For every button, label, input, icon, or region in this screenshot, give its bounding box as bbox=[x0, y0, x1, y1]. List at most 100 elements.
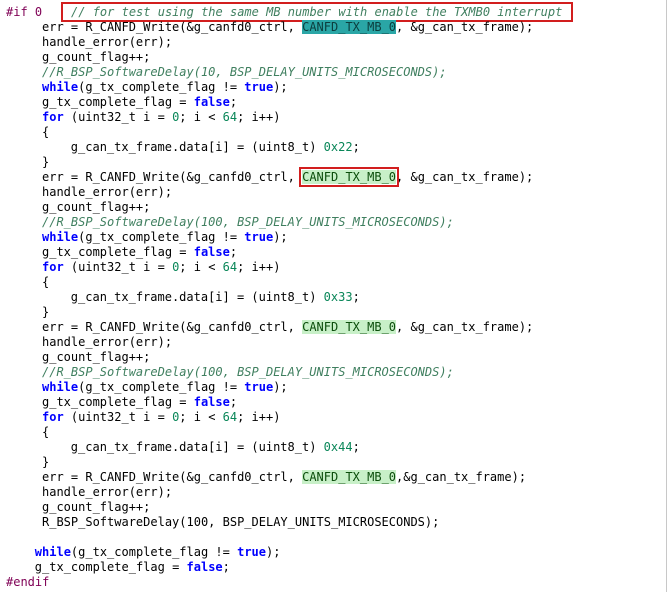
code-line: g_count_flag++; bbox=[42, 50, 150, 65]
code-line: handle_error(err); bbox=[42, 485, 172, 500]
code-token: g_tx_complete_flag = bbox=[42, 95, 194, 109]
code-line: #endif bbox=[6, 575, 49, 590]
code-line: { bbox=[42, 425, 49, 440]
code-token: handle_error(err); bbox=[42, 185, 173, 199]
code-line: #if 0 // for test using the same MB numb… bbox=[6, 2, 573, 22]
code-token: true bbox=[244, 80, 274, 94]
code-token: err = R_CANFD_Write(&g_canfd0_ctrl, bbox=[42, 320, 303, 334]
code-line: g_count_flag++; bbox=[42, 200, 150, 215]
code-token: for bbox=[42, 410, 64, 424]
code-token: ); bbox=[273, 80, 288, 94]
code-token: R_BSP_SoftwareDelay(100, BSP_DELAY_UNITS… bbox=[42, 515, 440, 529]
code-token: ; bbox=[229, 395, 238, 409]
code-token: { bbox=[42, 125, 50, 139]
code-token: (g_tx_complete_flag != bbox=[78, 230, 245, 244]
code-line: g_count_flag++; bbox=[42, 500, 150, 515]
code-token: while bbox=[42, 80, 79, 94]
code-line: handle_error(err); bbox=[42, 335, 172, 350]
code-token: 0x33 bbox=[323, 290, 353, 304]
code-token: err = R_CANFD_Write(&g_canfd0_ctrl, bbox=[42, 170, 303, 184]
code-token: ; bbox=[229, 245, 238, 259]
annotated-code-token: CANFD_TX_MB_0 bbox=[299, 167, 400, 187]
code-token: ; i < bbox=[179, 260, 223, 274]
code-token: #endif bbox=[6, 575, 50, 589]
code-token: { bbox=[42, 275, 50, 289]
code-token: (uint32_t i = bbox=[63, 110, 173, 124]
code-token: (g_tx_complete_flag != bbox=[70, 545, 238, 559]
code-line: while(g_tx_complete_flag != true); bbox=[42, 230, 288, 245]
code-token: (g_tx_complete_flag != bbox=[78, 380, 245, 394]
code-token: 0x22 bbox=[323, 140, 353, 154]
code-line: //R_BSP_SoftwareDelay(100, BSP_DELAY_UNI… bbox=[42, 215, 454, 230]
code-token: false bbox=[193, 395, 230, 409]
code-token: false bbox=[193, 95, 230, 109]
code-token: //R_BSP_SoftwareDelay(100, BSP_DELAY_UNI… bbox=[42, 215, 454, 229]
code-token: g_count_flag++; bbox=[42, 50, 151, 64]
code-line: while(g_tx_complete_flag != true); bbox=[42, 80, 288, 95]
code-line: err = R_CANFD_Write(&g_canfd0_ctrl, CANF… bbox=[42, 470, 526, 485]
annotated-code-token: // for test using the same MB number wit… bbox=[60, 2, 573, 22]
code-token: ); bbox=[273, 230, 288, 244]
code-token: CANFD_TX_MB_0 bbox=[302, 20, 397, 34]
code-line: g_can_tx_frame.data[i] = (uint8_t) 0x44; bbox=[71, 440, 360, 455]
code-line: err = R_CANFD_Write(&g_canfd0_ctrl, CANF… bbox=[42, 320, 533, 335]
code-line: err = R_CANFD_Write(&g_canfd0_ctrl, CANF… bbox=[42, 20, 533, 35]
code-token: true bbox=[244, 380, 274, 394]
code-line: while(g_tx_complete_flag != true); bbox=[42, 380, 288, 395]
code-token: g_count_flag++; bbox=[42, 350, 151, 364]
code-token: ); bbox=[273, 380, 288, 394]
code-line: err = R_CANFD_Write(&g_canfd0_ctrl, CANF… bbox=[42, 167, 534, 187]
code-token: false bbox=[186, 560, 223, 574]
code-token: g_can_tx_frame.data[i] = (uint8_t) bbox=[70, 440, 324, 454]
code-token: handle_error(err); bbox=[42, 335, 173, 349]
code-token: } bbox=[42, 155, 50, 169]
code-line: R_BSP_SoftwareDelay(100, BSP_DELAY_UNITS… bbox=[42, 515, 439, 530]
code-line: handle_error(err); bbox=[42, 35, 172, 50]
code-token: ,&g_can_tx_frame); bbox=[396, 470, 527, 484]
code-token: g_can_tx_frame.data[i] = (uint8_t) bbox=[70, 140, 324, 154]
code-token: for bbox=[42, 110, 64, 124]
code-editor[interactable]: #if 0 // for test using the same MB numb… bbox=[0, 0, 667, 592]
code-token: while bbox=[42, 380, 79, 394]
code-line: g_tx_complete_flag = false; bbox=[42, 95, 237, 110]
code-line: while(g_tx_complete_flag != true); bbox=[35, 545, 281, 560]
code-token: } bbox=[42, 455, 50, 469]
code-line: handle_error(err); bbox=[42, 185, 172, 200]
code-token: handle_error(err); bbox=[42, 35, 173, 49]
code-token: CANFD_TX_MB_0 bbox=[302, 470, 397, 484]
code-token: } bbox=[42, 305, 50, 319]
code-line: { bbox=[42, 125, 49, 140]
code-token: while bbox=[42, 230, 79, 244]
code-token: for bbox=[42, 260, 64, 274]
code-token: //R_BSP_SoftwareDelay(100, BSP_DELAY_UNI… bbox=[42, 365, 454, 379]
code-line: } bbox=[42, 305, 49, 320]
code-token: 64 bbox=[222, 260, 238, 274]
code-line: } bbox=[42, 155, 49, 170]
code-token: ; bbox=[229, 95, 238, 109]
code-token: ; i < bbox=[179, 110, 223, 124]
code-line: //R_BSP_SoftwareDelay(10, BSP_DELAY_UNIT… bbox=[42, 65, 447, 80]
code-token: 64 bbox=[222, 110, 238, 124]
code-token: ; bbox=[352, 290, 360, 304]
code-token: 64 bbox=[222, 410, 238, 424]
code-token: (g_tx_complete_flag != bbox=[78, 80, 245, 94]
code-line: g_tx_complete_flag = false; bbox=[42, 245, 237, 260]
code-token: ; bbox=[352, 440, 360, 454]
code-line: //R_BSP_SoftwareDelay(100, BSP_DELAY_UNI… bbox=[42, 365, 454, 380]
code-token: g_tx_complete_flag = bbox=[34, 560, 187, 574]
code-token: ); bbox=[266, 545, 281, 559]
code-token: handle_error(err); bbox=[42, 485, 173, 499]
code-line: for (uint32_t i = 0; i < 64; i++) bbox=[42, 260, 280, 275]
code-token: CANFD_TX_MB_0 bbox=[302, 320, 397, 334]
code-token: ; i++) bbox=[237, 410, 281, 424]
code-token: , &g_can_tx_frame); bbox=[396, 170, 534, 184]
code-token: (uint32_t i = bbox=[63, 410, 173, 424]
code-token: g_count_flag++; bbox=[42, 500, 151, 514]
code-token: ; i < bbox=[179, 410, 223, 424]
code-line: g_can_tx_frame.data[i] = (uint8_t) 0x33; bbox=[71, 290, 360, 305]
code-line: g_tx_complete_flag = false; bbox=[42, 395, 237, 410]
code-line: g_count_flag++; bbox=[42, 350, 150, 365]
code-line: } bbox=[42, 455, 49, 470]
code-token: { bbox=[42, 425, 50, 439]
